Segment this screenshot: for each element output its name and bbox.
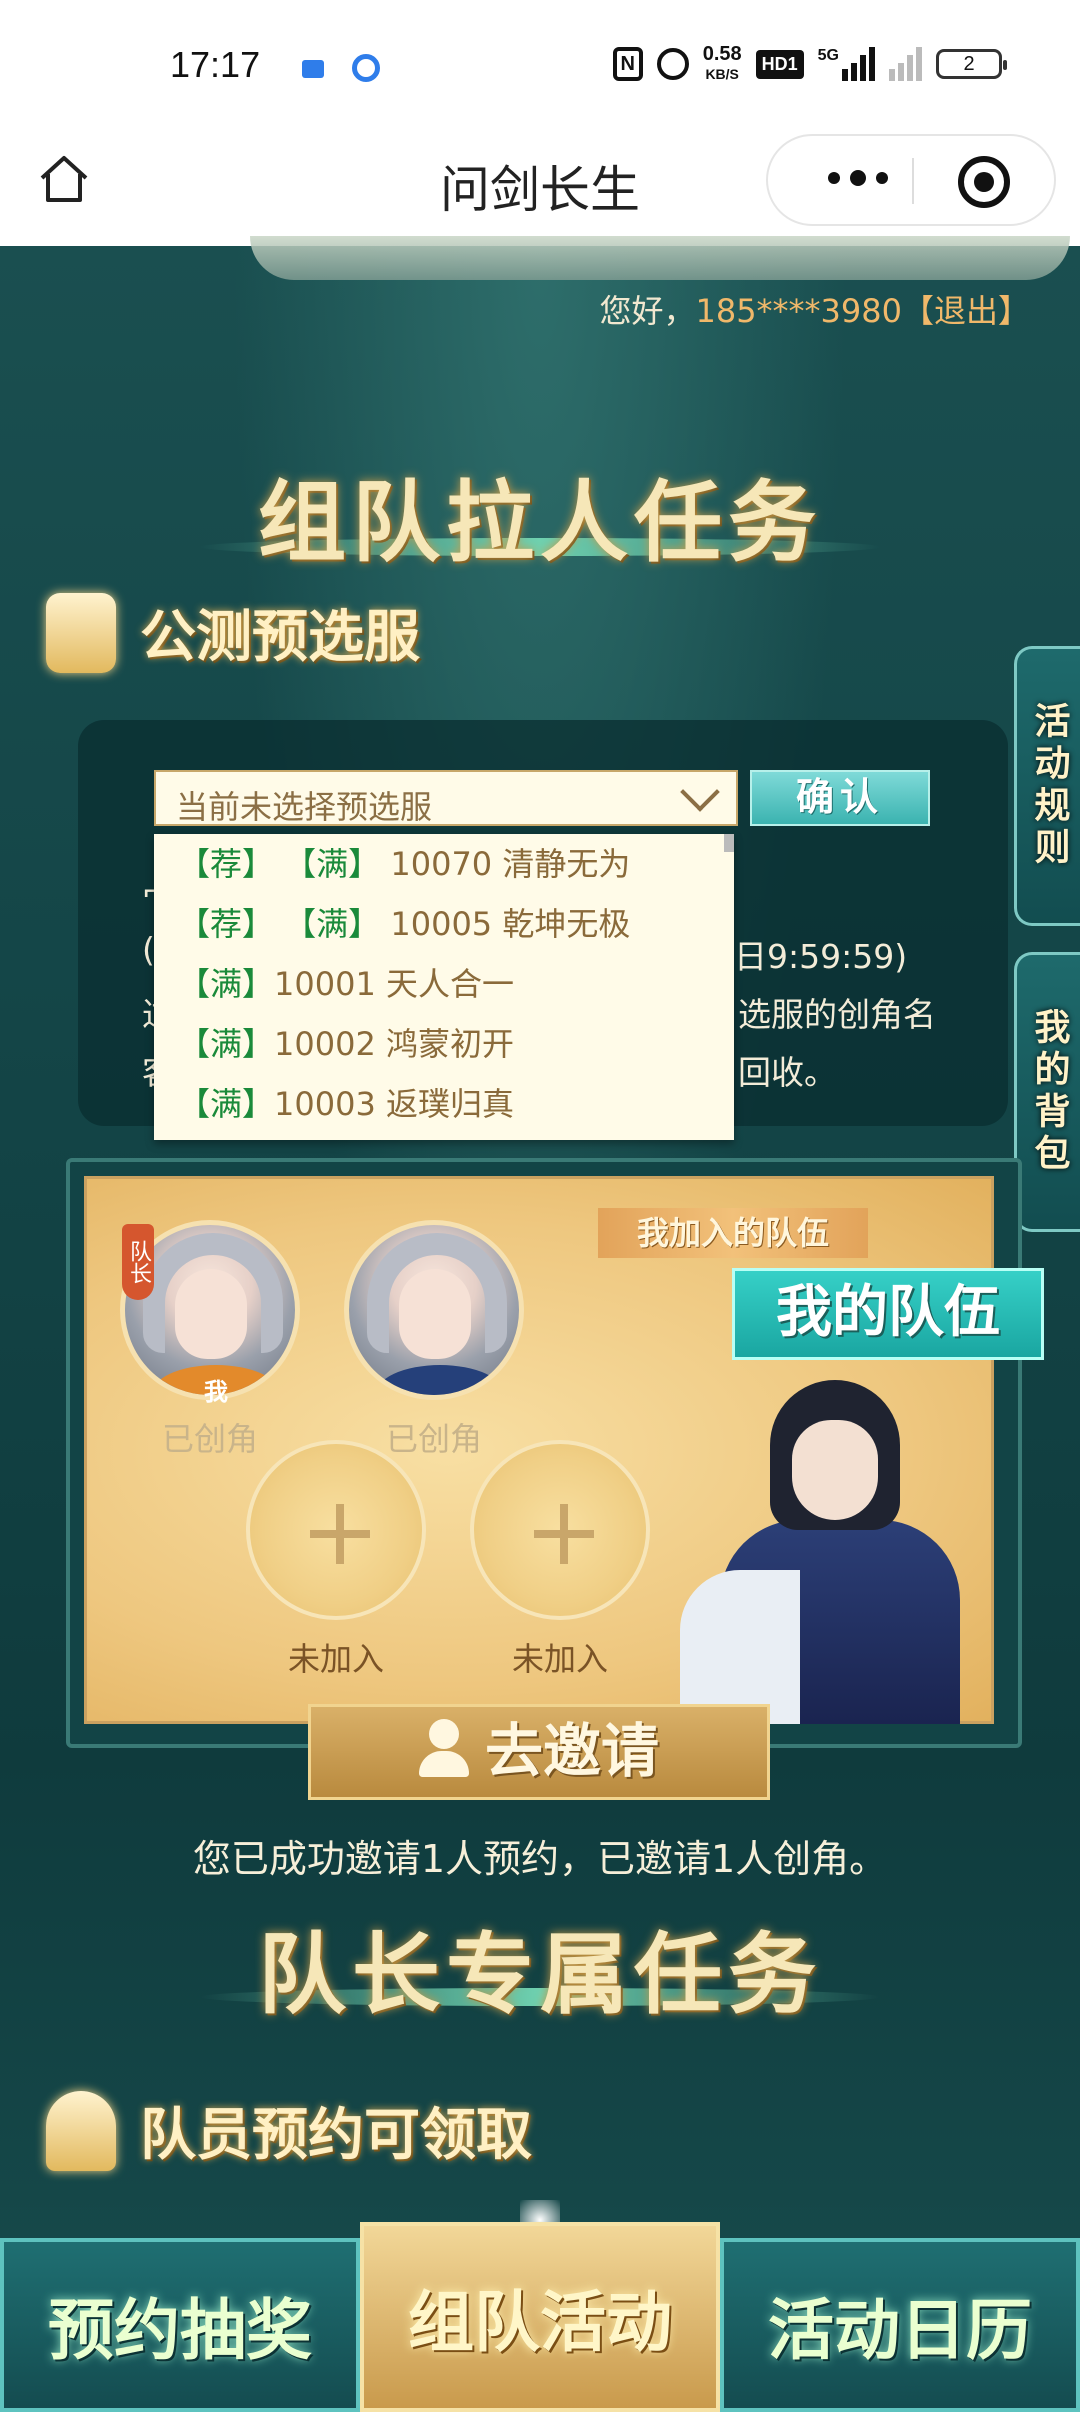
server-option-tags: 【满】: [178, 1025, 275, 1063]
top-ornament: [250, 236, 1070, 280]
subsection-member-reservation-title: 队员预约可领取: [140, 2103, 532, 2168]
more-icon[interactable]: [828, 170, 888, 186]
member-status: 已创角: [161, 1420, 258, 1458]
side-tab-bag[interactable]: 我的背包: [1014, 952, 1080, 1232]
greeting-prefix: 您好，: [599, 292, 696, 330]
my-team-button[interactable]: 我的队伍: [732, 1268, 1044, 1360]
invite-status-text: 您已成功邀请1人预约，已邀请1人创角。: [192, 1837, 888, 1881]
empty-slot[interactable]: [470, 1440, 650, 1620]
gift-icon: [46, 2090, 116, 2171]
battery-icon: 2: [936, 49, 1007, 79]
server-option[interactable]: 【荐】 【满】 10070 清静无为: [154, 834, 734, 894]
member-avatar: [344, 1220, 524, 1400]
dropdown-scrollbar[interactable]: [724, 834, 734, 852]
empty-slot-status: 未加入: [511, 1640, 608, 1678]
subsection-server: 公测预选服: [46, 592, 420, 673]
server-option-tags: 【满】: [178, 965, 275, 1003]
plus-icon: [310, 1504, 370, 1564]
server-option-tags: 【满】: [178, 1085, 275, 1123]
mini-program-capsule: [766, 134, 1056, 226]
empty-slot[interactable]: [246, 1440, 426, 1620]
invite-button-label: 去邀请: [484, 1717, 659, 1785]
title-bar: 问剑长生: [0, 130, 1080, 246]
signal-5g-label: 5G: [817, 47, 839, 64]
status-time: 17:17: [170, 44, 261, 85]
server-select-value: 当前未选择预选服: [176, 788, 433, 826]
user-phone: 185****3980: [695, 292, 902, 330]
tab-team-activity[interactable]: 组队活动: [360, 2222, 720, 2412]
status-bar: 17:17 N 0.58 KB/S HD1 5G 2: [0, 0, 1080, 130]
network-speed: 0.58 KB/S: [703, 44, 742, 84]
tab-lottery[interactable]: 预约抽奖: [0, 2238, 360, 2412]
subsection-server-title: 公测预选服: [140, 605, 420, 670]
server-option-name: 10002 鸿蒙初开: [274, 1025, 514, 1063]
server-option-tags: 【荐】 【满】: [178, 905, 381, 943]
document-icon: [46, 592, 116, 673]
panel-text-partial-4: 选服的创角名: [738, 995, 936, 1034]
section-title-team-task: 组队拉人任务: [257, 471, 822, 574]
server-option-name: 10005 乾坤无极: [390, 905, 631, 943]
subsection-member-reservation: 队员预约可领取: [46, 2090, 532, 2171]
side-tab-rules[interactable]: 活动规则: [1014, 646, 1080, 926]
capsule-divider: [912, 158, 914, 204]
status-indicators: N 0.58 KB/S HD1 5G 2: [612, 44, 1007, 84]
network-speed-unit: KB/S: [705, 66, 739, 82]
server-option[interactable]: 【满】10002 鸿蒙初开: [154, 1014, 734, 1074]
signal-5g-icon: 5G: [818, 47, 875, 81]
app-notification-icon: [302, 60, 324, 78]
server-option-name: 10070 清静无为: [390, 845, 631, 883]
tab-calendar[interactable]: 活动日历: [720, 2238, 1080, 2412]
close-target-icon[interactable]: [958, 156, 1010, 208]
bottom-tab-bar: 预约抽奖 组队活动 活动日历: [0, 2222, 1080, 2412]
leader-badge: 队长: [122, 1224, 154, 1300]
panel-text-partial-2: (: [142, 930, 155, 969]
empty-slot-status: 未加入: [287, 1640, 384, 1678]
network-speed-value: 0.58: [702, 43, 742, 65]
server-option-name: 10001 天人合一: [274, 965, 514, 1003]
panel-text-partial-3: 日9:59:59): [734, 937, 908, 976]
server-option[interactable]: 【满】10003 返璞归真: [154, 1074, 734, 1134]
user-greeting: 您好，185****3980【退出】: [599, 286, 1030, 332]
hero-character-illustration: [680, 1380, 990, 1724]
server-option-name: 10003 返璞归真: [274, 1085, 514, 1123]
server-dropdown: 【荐】 【满】 10070 清静无为 【荐】 【满】 10005 乾坤无极 【满…: [154, 834, 734, 1140]
logout-link[interactable]: 【退出】: [902, 292, 1030, 330]
signal-sim2-icon: [889, 47, 922, 81]
section-title-leader-task: 队长专属任务: [257, 1923, 822, 2026]
joined-team-ribbon[interactable]: 我加入的队伍: [598, 1208, 868, 1258]
server-option[interactable]: 【满】10001 天人合一: [154, 954, 734, 1014]
nfc-icon: N: [612, 47, 643, 81]
server-select[interactable]: 当前未选择预选服: [154, 770, 738, 826]
me-badge: 我: [204, 1378, 228, 1406]
confirm-button[interactable]: 确认: [750, 770, 930, 826]
add-user-icon: [418, 1719, 475, 1779]
battery-level: 2: [963, 53, 975, 75]
hd-badge: HD1: [755, 49, 804, 79]
alarm-icon: [656, 48, 689, 80]
server-option[interactable]: 【荐】 【满】 10005 乾坤无极: [154, 894, 734, 954]
sync-notification-icon: [352, 54, 380, 82]
chevron-down-icon: [680, 772, 720, 812]
invite-button[interactable]: 去邀请: [308, 1704, 770, 1800]
plus-icon: [534, 1504, 594, 1564]
server-option-tags: 【荐】 【满】: [178, 845, 381, 883]
panel-text-partial-5: 回收。: [738, 1053, 837, 1092]
